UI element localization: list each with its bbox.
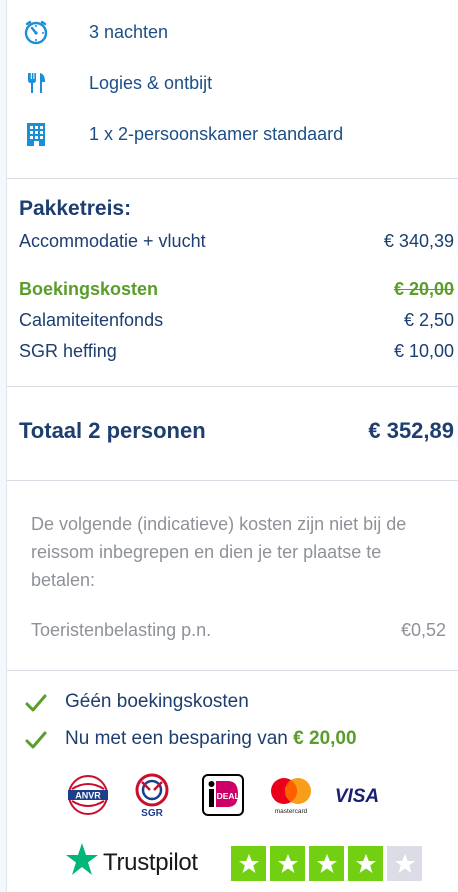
building-icon <box>23 121 49 147</box>
usp-savings-prefix: Nu met een besparing van <box>65 728 288 749</box>
tourist-tax-row: Toeristenbelasting p.n. €0,52 <box>31 620 446 641</box>
excluded-costs-note: De volgende (indicatieve) kosten zijn ni… <box>31 514 407 590</box>
feature-label: 3 nachten <box>89 21 169 42</box>
visa-logo: VISA <box>331 772 383 818</box>
feature-label: Logies & ontbijt <box>89 72 213 93</box>
mastercard-text: mastercard <box>275 808 308 815</box>
tax-label: Toeristenbelasting p.n. <box>31 620 212 640</box>
trustpilot-name: Trustpilot <box>103 849 198 876</box>
mastercard-logo: mastercard <box>265 772 317 818</box>
rating-star-empty-icon <box>387 846 422 881</box>
price-row-sgr: SGR heffing € 10,00 <box>19 341 454 365</box>
rating-star-icon <box>231 846 266 881</box>
usp-savings-amount: € 20,00 <box>293 728 357 749</box>
price-value: € 2,50 <box>403 310 454 330</box>
price-row-booking-fee: Boekingskosten € 20,00 <box>19 279 454 303</box>
checkmark-icon <box>25 694 47 712</box>
trustpilot-star-icon <box>66 843 98 875</box>
price-label: Boekingskosten <box>19 279 159 299</box>
price-value: € 340,39 <box>383 231 454 251</box>
divider <box>7 480 458 481</box>
ideal-logo: iDEAL <box>199 772 247 818</box>
checkmark-icon <box>25 731 47 749</box>
usp-text: Nu met een besparing van € 20,00 <box>65 728 357 750</box>
price-label: SGR heffing <box>19 341 117 361</box>
timer-icon <box>23 19 49 45</box>
ideal-text: iDEAL <box>214 791 240 801</box>
visa-text: VISA <box>335 786 379 807</box>
tax-value: €0,52 <box>400 620 446 640</box>
price-row-accommodation: Accommodatie + vlucht € 340,39 <box>19 231 454 255</box>
divider <box>7 670 458 671</box>
rating-star-icon <box>309 846 344 881</box>
price-label: Accommodatie + vlucht <box>19 231 206 251</box>
booking-summary-panel: 3 nachten Logies & ontbijt 1 x 2-persoon… <box>6 0 458 892</box>
usp-text: Géén boekingskosten <box>65 691 249 712</box>
price-label: Calamiteitenfonds <box>19 310 164 330</box>
price-row-calamity-fund: Calamiteitenfonds € 2,50 <box>19 310 454 334</box>
rating-star-icon <box>270 846 305 881</box>
package-title: Pakketreis: <box>19 197 132 220</box>
divider <box>7 178 458 179</box>
total-label: Totaal 2 personen <box>19 418 206 443</box>
feature-label: 1 x 2-persoonskamer standaard <box>89 123 344 144</box>
fork-knife-icon <box>23 70 49 96</box>
total-value: € 352,89 <box>368 418 454 443</box>
trustpilot-rating <box>231 846 422 881</box>
price-value: € 10,00 <box>393 341 454 361</box>
price-value-strikethrough: € 20,00 <box>393 279 454 299</box>
sgr-text: SGR <box>141 808 163 818</box>
divider <box>7 386 458 387</box>
anvr-logo: ANVR <box>63 772 113 818</box>
rating-star-icon <box>348 846 383 881</box>
sgr-logo: SGR <box>127 772 177 818</box>
anvr-text: ANVR <box>75 791 101 801</box>
